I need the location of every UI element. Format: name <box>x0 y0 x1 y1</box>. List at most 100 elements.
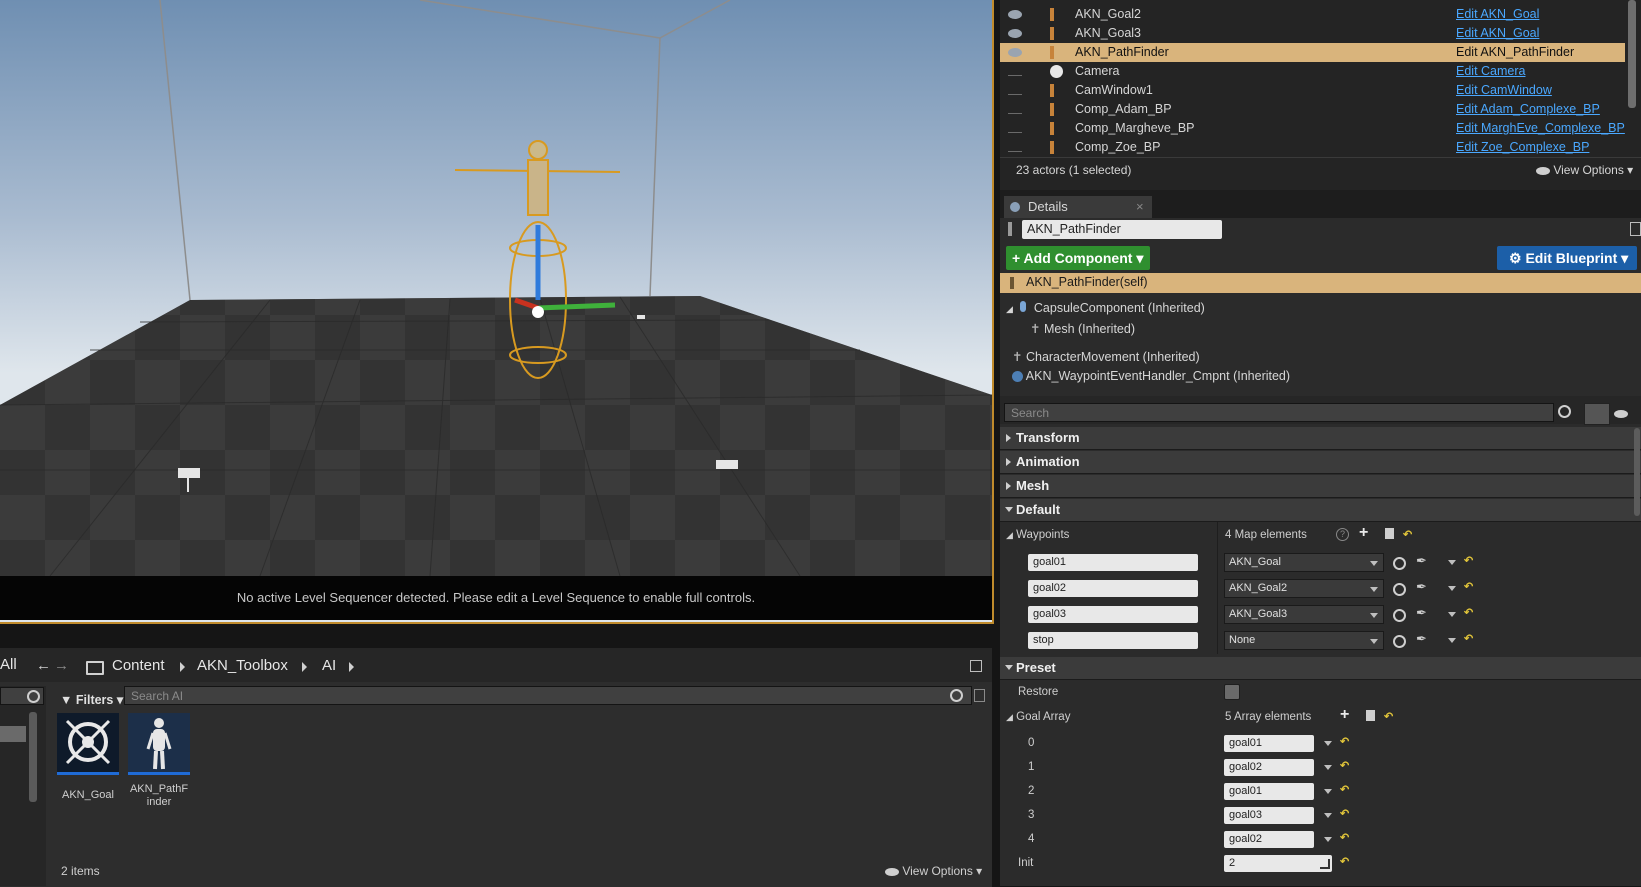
visibility-eye-icon[interactable] <box>1008 70 1022 76</box>
trash-icon[interactable] <box>1385 528 1394 539</box>
visibility-eye-icon[interactable] <box>1008 127 1022 133</box>
reset-arrow-icon[interactable]: ↶ <box>1340 855 1349 868</box>
all-label[interactable]: All <box>0 656 17 673</box>
waypoint-actor-dropdown[interactable]: AKN_Goal2 <box>1224 579 1384 598</box>
category-mesh[interactable]: Mesh <box>1000 475 1641 498</box>
tab-details[interactable]: Details × <box>1004 196 1152 218</box>
source-folder-selected[interactable] <box>0 726 26 742</box>
visibility-eye-icon[interactable] <box>1008 108 1022 114</box>
chevron-down-icon[interactable] <box>1324 789 1332 794</box>
chevron-down-icon[interactable] <box>1324 741 1332 746</box>
waypoint-key-field[interactable]: stop <box>1028 632 1198 649</box>
chevron-down-icon[interactable] <box>1324 765 1332 770</box>
browse-search-icon[interactable] <box>1393 609 1406 622</box>
goal-array-value-field[interactable]: goal01 <box>1224 783 1314 800</box>
asset-tile-akn-goal[interactable] <box>57 713 119 775</box>
edit-blueprint-button[interactable]: ⚙ Edit Blueprint ▾ <box>1497 246 1637 270</box>
reset-arrow-icon[interactable]: ↶ <box>1403 528 1412 541</box>
outliner-row[interactable]: Comp_Zoe_BP Edit Zoe_Complexe_BP <box>1000 138 1625 157</box>
goal-array-label[interactable]: ◢ Goal Array <box>1006 711 1070 723</box>
category-animation[interactable]: Animation <box>1000 451 1641 474</box>
goal-marker-far[interactable] <box>637 315 645 319</box>
add-element-button[interactable]: + <box>1359 524 1368 542</box>
outliner-row[interactable]: AKN_PathFinder Edit AKN_PathFinder <box>1000 43 1625 62</box>
goal-array-value-field[interactable]: goal02 <box>1224 831 1314 848</box>
visibility-eye-icon[interactable] <box>1008 146 1022 152</box>
breadcrumb-separator-icon[interactable] <box>349 662 354 672</box>
details-search-input[interactable]: Search <box>1004 403 1554 422</box>
eyedropper-icon[interactable]: ✒ <box>1416 579 1427 595</box>
reset-arrow-icon[interactable]: ↶ <box>1340 807 1349 820</box>
breadcrumb-content[interactable]: Content <box>112 657 165 674</box>
category-transform[interactable]: Transform <box>1000 427 1641 450</box>
chevron-down-icon[interactable] <box>1448 638 1456 643</box>
edit-blueprint-link[interactable]: Edit Zoe_Complexe_BP <box>1456 138 1589 157</box>
reset-arrow-icon[interactable]: ↶ <box>1384 710 1393 723</box>
waypoint-actor-dropdown[interactable]: AKN_Goal3 <box>1224 605 1384 624</box>
lock-icon[interactable] <box>1630 222 1641 236</box>
outliner-row[interactable]: CamWindow1 Edit CamWindow <box>1000 81 1625 100</box>
view-options-button[interactable]: View Options ▾ <box>885 864 982 878</box>
browse-search-icon[interactable] <box>1393 583 1406 596</box>
outliner-view-options-button[interactable]: View Options ▾ <box>1536 163 1633 177</box>
goal-array-value-field[interactable]: goal03 <box>1224 807 1314 824</box>
trash-icon[interactable] <box>1366 710 1375 721</box>
reset-arrow-icon[interactable]: ↶ <box>1340 783 1349 796</box>
chevron-down-icon[interactable] <box>1448 612 1456 617</box>
component-self-row[interactable]: AKN_PathFinder(self) <box>1000 273 1641 293</box>
waypoint-actor-dropdown[interactable]: None <box>1224 631 1384 650</box>
eyedropper-icon[interactable]: ✒ <box>1416 631 1427 647</box>
edit-blueprint-link[interactable]: Edit Camera <box>1456 62 1525 81</box>
add-element-button[interactable]: + <box>1340 706 1349 724</box>
category-preset[interactable]: Preset <box>1000 657 1641 680</box>
waypoint-actor-dropdown[interactable]: AKN_Goal <box>1224 553 1384 572</box>
save-search-icon[interactable] <box>974 689 985 702</box>
lock-icon[interactable] <box>970 660 982 672</box>
category-default[interactable]: Default <box>1000 499 1641 522</box>
edit-blueprint-link[interactable]: Edit AKN_PathFinder <box>1456 43 1574 62</box>
browse-search-icon[interactable] <box>1393 635 1406 648</box>
level-viewport[interactable]: No active Level Sequencer detected. Plea… <box>0 0 994 624</box>
reset-arrow-icon[interactable]: ↶ <box>1464 554 1473 567</box>
goal-array-value-field[interactable]: goal01 <box>1224 735 1314 752</box>
breadcrumb-akn-toolbox[interactable]: AKN_Toolbox <box>197 657 288 674</box>
goal-marker-right[interactable] <box>716 460 738 469</box>
outliner-row[interactable]: AKN_Goal3 Edit AKN_Goal <box>1000 24 1625 43</box>
reset-arrow-icon[interactable]: ↶ <box>1464 606 1473 619</box>
reset-arrow-icon[interactable]: ↶ <box>1464 632 1473 645</box>
sources-scrollbar[interactable] <box>29 712 37 802</box>
eyedropper-icon[interactable]: ✒ <box>1416 605 1427 621</box>
breadcrumb-separator-icon[interactable] <box>180 662 185 672</box>
outliner-row[interactable]: Comp_Adam_BP Edit Adam_Complexe_BP <box>1000 100 1625 119</box>
waypoint-key-field[interactable]: goal03 <box>1028 606 1198 623</box>
chevron-down-icon[interactable] <box>1324 837 1332 842</box>
visibility-eye-icon[interactable] <box>1008 29 1022 38</box>
init-number-field[interactable]: 2 <box>1224 855 1332 872</box>
breadcrumb-separator-icon[interactable] <box>302 662 307 672</box>
edit-blueprint-link[interactable]: Edit AKN_Goal <box>1456 24 1539 43</box>
breadcrumb-ai[interactable]: AI <box>322 657 336 674</box>
reset-arrow-icon[interactable]: ↶ <box>1340 759 1349 772</box>
close-icon[interactable]: × <box>1136 196 1144 218</box>
eyedropper-icon[interactable]: ✒ <box>1416 553 1427 569</box>
edit-blueprint-link[interactable]: Edit CamWindow <box>1456 81 1552 100</box>
component-capsule[interactable]: ◢ CapsuleComponent (Inherited) <box>1006 301 1205 315</box>
details-scrollbar[interactable] <box>1634 428 1640 516</box>
eye-icon[interactable] <box>1614 410 1628 418</box>
visibility-eye-icon[interactable] <box>1008 89 1022 95</box>
help-icon[interactable]: ? <box>1336 528 1349 541</box>
filters-button[interactable]: ▼ Filters ▾ <box>60 692 123 707</box>
outliner-row[interactable]: Camera Edit Camera <box>1000 62 1625 81</box>
forward-arrow-icon[interactable]: → <box>54 657 69 674</box>
waypoint-key-field[interactable]: goal01 <box>1028 554 1198 571</box>
reset-arrow-icon[interactable]: ↶ <box>1340 831 1349 844</box>
visibility-eye-icon[interactable] <box>1008 10 1022 19</box>
component-mesh[interactable]: ✝ Mesh (Inherited) <box>1030 321 1135 336</box>
asset-tile-akn-pathfinder[interactable] <box>128 713 190 775</box>
edit-blueprint-link[interactable]: Edit MarghEve_Complexe_BP <box>1456 119 1625 138</box>
outliner-row[interactable]: AKN_Goal2 Edit AKN_Goal <box>1000 5 1625 24</box>
chevron-down-icon[interactable] <box>1448 560 1456 565</box>
edit-blueprint-link[interactable]: Edit AKN_Goal <box>1456 5 1539 24</box>
property-matrix-icon[interactable] <box>1584 403 1610 425</box>
outliner-row[interactable]: Comp_Margheve_BP Edit MarghEve_Complexe_B… <box>1000 119 1625 138</box>
